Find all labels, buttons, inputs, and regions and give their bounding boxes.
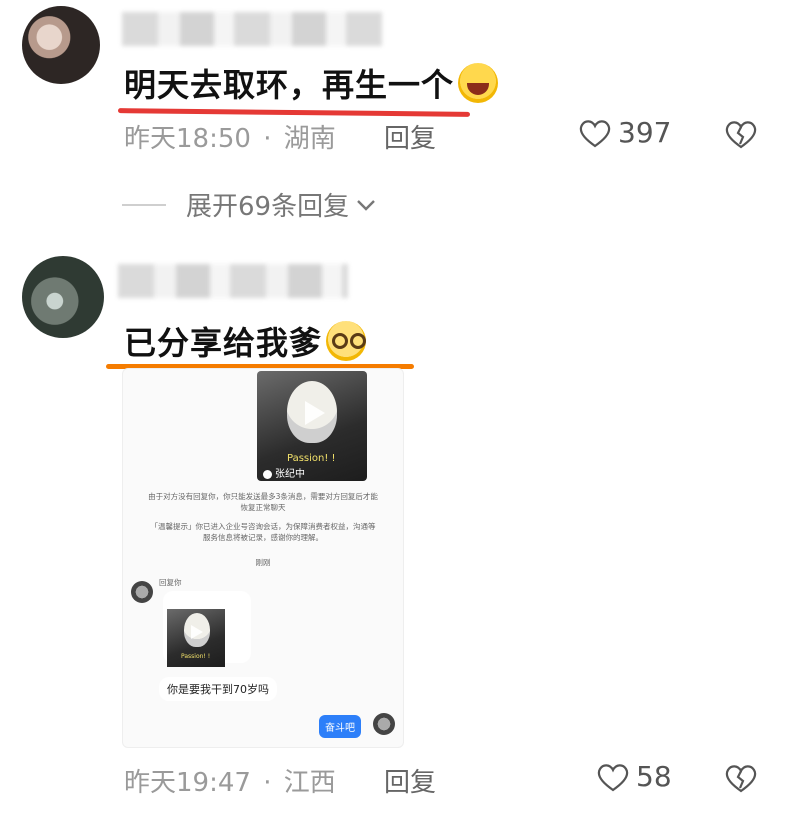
chat-message: 你是要我干到70岁吗 — [159, 677, 277, 701]
username-blurred[interactable] — [122, 12, 382, 46]
expand-replies-label: 展开69条回复 — [186, 192, 350, 222]
comment-time: 昨天18:50 — [124, 124, 251, 154]
heart-icon — [597, 763, 629, 791]
chat-notice: 「温馨提示」你已进入企业号咨询会话，为保障消费者权益，沟通等服务信息将被记录，感… — [150, 522, 376, 542]
comment-location: 江西 — [283, 768, 336, 798]
broken-heart-icon[interactable] — [724, 762, 758, 794]
chat-notice: 由于对方没有回复你，你只能发送最多3条消息，需要对方回复后才能恢复正常聊天 — [148, 492, 378, 512]
username-blurred[interactable] — [118, 264, 348, 298]
chat-time-divider: 刚刚 — [255, 558, 271, 567]
video-thumbnail[interactable]: Passion! ! 张纪中 — [257, 371, 367, 481]
comment-meta: 昨天18:50 · 湖南 — [124, 118, 336, 155]
chat-message-self: 奋斗吧 — [319, 715, 361, 738]
like-button[interactable]: 58 — [596, 760, 672, 793]
sender-avatar — [131, 581, 153, 603]
expand-divider — [122, 203, 166, 206]
comment-time: 昨天19:47 — [124, 768, 251, 798]
play-icon — [305, 401, 325, 425]
video-thumbnail[interactable]: Passion! ! — [167, 609, 225, 667]
user-avatar[interactable] — [22, 6, 100, 84]
video-channel: 张纪中 — [263, 465, 305, 480]
attached-screenshot[interactable]: Passion! ! 张纪中 由于对方没有回复你，你只能发送最多3条消息，需要对… — [122, 368, 404, 748]
comment-meta: 昨天19:47 · 江西 — [124, 762, 336, 799]
like-button[interactable]: 397 — [578, 116, 671, 149]
like-count: 397 — [618, 116, 672, 149]
laughing-tears-emoji-icon — [458, 63, 499, 103]
like-count: 58 — [636, 760, 672, 793]
video-caption: Passion! ! — [181, 653, 211, 660]
self-avatar — [373, 713, 395, 735]
nerd-emoji-icon — [326, 321, 367, 361]
comment-text-content: 已分享给我爹 — [124, 324, 323, 362]
reply-from-label: 回复你 — [159, 578, 182, 587]
play-icon — [191, 625, 203, 639]
channel-icon — [263, 469, 272, 479]
comment-text: 明天去取环，再生一个 — [124, 60, 499, 107]
red-underline — [117, 108, 471, 117]
comment-location: 湖南 — [283, 124, 336, 154]
user-avatar[interactable] — [22, 256, 104, 338]
reply-button[interactable]: 回复 — [384, 762, 436, 799]
expand-replies-button[interactable]: 展开69条回复 — [122, 186, 377, 223]
video-caption: Passion! ! — [287, 453, 336, 464]
reply-button[interactable]: 回复 — [384, 118, 436, 155]
comment-text-content: 明天去取环，再生一个 — [124, 66, 455, 104]
broken-heart-icon[interactable] — [724, 118, 758, 150]
quoted-video-message[interactable]: Passion! ! — [163, 591, 251, 667]
chevron-down-icon — [357, 199, 375, 211]
heart-icon — [579, 119, 611, 147]
meta-separator: · — [263, 768, 272, 798]
comment-text: 已分享给我爹 — [124, 318, 367, 365]
video-channel-name: 张纪中 — [275, 469, 305, 480]
meta-separator: · — [263, 124, 272, 154]
